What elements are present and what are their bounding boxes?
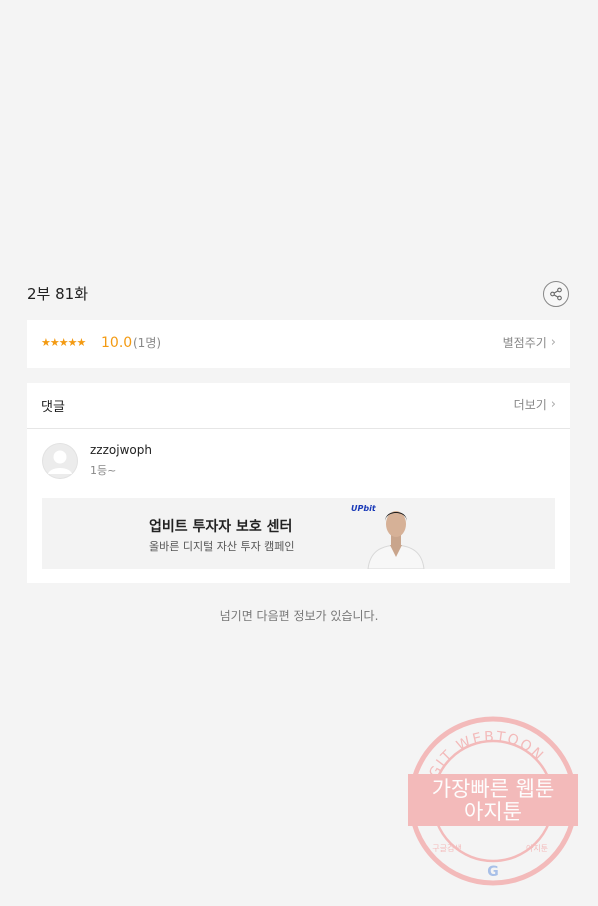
watermark-bottom-right: 아지툰 bbox=[526, 843, 548, 853]
comments-more-label: 더보기 bbox=[513, 398, 547, 412]
chevron-right-icon: › bbox=[550, 397, 556, 412]
watermark-bottom-left: 구글검색 bbox=[432, 843, 461, 853]
avatar bbox=[42, 443, 78, 479]
rating-stars: ★★★★★ bbox=[41, 336, 86, 349]
ad-banner[interactable]: 업비트 투자자 보호 센터 올바른 디지털 자산 투자 캠페인 UPbit bbox=[42, 498, 555, 569]
watermark-line2: 아지툰 bbox=[464, 800, 522, 824]
comment-header: 댓글 더보기 › bbox=[27, 383, 570, 429]
rate-button[interactable]: 별점주기 › bbox=[503, 335, 556, 351]
avatar-placeholder-icon bbox=[42, 443, 78, 479]
rating-card: ★★★★★ 10.0 (1명) 별점주기 › bbox=[27, 320, 570, 368]
comment-text: 1등~ bbox=[90, 464, 117, 477]
share-button[interactable] bbox=[543, 281, 569, 307]
episode-title: 2부 81화 bbox=[27, 285, 88, 303]
share-icon bbox=[550, 287, 562, 301]
comment-username[interactable]: zzzojwoph bbox=[90, 443, 152, 457]
comment-section-label: 댓글 bbox=[41, 400, 65, 415]
ad-person-image bbox=[367, 511, 425, 569]
ad-title: 업비트 투자자 보호 센터 bbox=[149, 519, 293, 535]
rating-score: 10.0 bbox=[101, 335, 133, 351]
watermark-stamp: AGIT WEBTOON 가장빠른 웹툰 아지툰 구글검색 아지툰 G bbox=[405, 716, 580, 886]
comment-card: 댓글 더보기 › zzzojwoph 1등~ 업비트 투자자 보호 센터 올바른… bbox=[27, 383, 570, 583]
comments-more-button[interactable]: 더보기 › bbox=[514, 397, 556, 413]
rating-count: (1명) bbox=[133, 336, 162, 350]
next-episode-notice: 넘기면 다음편 정보가 있습니다. bbox=[219, 609, 379, 623]
rate-button-label: 별점주기 bbox=[502, 336, 547, 350]
chevron-right-icon: › bbox=[550, 335, 556, 350]
ad-subtitle: 올바른 디지털 자산 투자 캠페인 bbox=[149, 540, 295, 553]
watermark-line1: 가장빠른 웹툰 bbox=[432, 777, 555, 801]
watermark-g-icon: G bbox=[487, 864, 499, 880]
